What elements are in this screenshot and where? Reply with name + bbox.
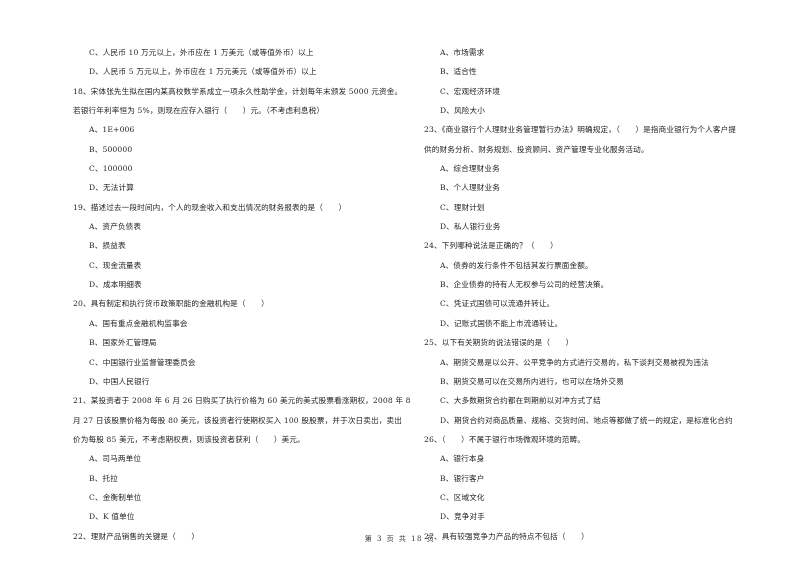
question-text: 供的财务分析、财务规划、投资顾问、资产管理专业化服务活动。 bbox=[424, 144, 649, 154]
answer-option: C、理财计划 bbox=[440, 202, 485, 212]
answer-option: D、成本明细表 bbox=[89, 280, 142, 290]
answer-option: D、期货合约对商品质量、规格、交货时间、地点等都做了统一的规定，是标准化合约 bbox=[440, 415, 733, 425]
answer-option: C、金衡制单位 bbox=[89, 492, 142, 502]
answer-option: A、1E+006 bbox=[89, 125, 135, 135]
answer-option: A、综合理财业务 bbox=[440, 164, 500, 174]
answer-option: B、损益表 bbox=[89, 241, 126, 251]
answer-option: A、债券的发行条件不包括其发行票面金额。 bbox=[440, 260, 593, 270]
answer-option: B、个人理财业务 bbox=[440, 183, 500, 193]
question-text: 19、描述过去一段时间内，个人的现金收入和支出情况的财务报表的是（ ） bbox=[73, 202, 347, 212]
answer-option: C、人民币 10 万元以上，外币应在 1 万美元（或等值外币）以上 bbox=[89, 48, 314, 57]
answer-option: C、大多数期货合约都在到期前以对冲方式了结 bbox=[440, 396, 601, 406]
answer-option: A、银行本身 bbox=[440, 454, 485, 464]
answer-option: D、记账式国债不能上市流通转让。 bbox=[440, 318, 563, 328]
answer-option: A、司马两单位 bbox=[89, 454, 142, 464]
answer-option: B、500000 bbox=[89, 144, 133, 154]
answer-option: D、竞争对手 bbox=[440, 512, 485, 522]
answer-option: B、企业债券的持有人无权参与公司的经营决策。 bbox=[440, 280, 609, 290]
answer-option: A、国有重点金融机构监事会 bbox=[89, 318, 188, 328]
answer-option: A、期货交易是以公开、公平竞争的方式进行交易的，私下谈判交易被视为违法 bbox=[440, 357, 709, 367]
answer-option: A、资产负债表 bbox=[89, 222, 142, 232]
answer-option: B、托拉 bbox=[89, 473, 118, 483]
answer-option: C、现金流量表 bbox=[89, 260, 142, 270]
question-text: 月 27 日该股票价格为每股 80 美元，该投资者行使期权买入 100 股股票，… bbox=[73, 415, 403, 425]
answer-option: D、风险大小 bbox=[440, 106, 485, 116]
answer-option: C、区域文化 bbox=[440, 492, 485, 502]
left-column: C、人民币 10 万元以上，外币应在 1 万美元（或等值外币）以上 D、人民币 5… bbox=[73, 43, 411, 546]
right-column: A、市场需求 B、适合性 C、宏观经济环境 D、风险大小 23、《商业银行个人理财业务管… bbox=[424, 43, 764, 546]
answer-option: A、市场需求 bbox=[440, 48, 485, 57]
answer-option: B、期货交易可以在交易所内进行，也可以在场外交易 bbox=[440, 376, 624, 386]
answer-option: D、中国人民银行 bbox=[89, 376, 150, 386]
question-text: 21、某投资者于 2008 年 6 月 26 日购买了执行价格为 60 美元的美… bbox=[73, 396, 411, 406]
question-text: 23、《商业银行个人理财业务管理暂行办法》明确规定，（ ）是指商业银行为个人客户… bbox=[424, 125, 737, 135]
question-text: 25、以下有关期货的说法错误的是（ ） bbox=[424, 338, 574, 348]
answer-option: D、人民币 5 万元以上，外币应在 1 万元美元（或等值外币）以上 bbox=[89, 67, 317, 77]
answer-option: D、私人银行业务 bbox=[440, 222, 501, 232]
question-text: 18、宋体张先生拟在国内某高校数学系成立一项永久性助学金，计划每年末颁发 500… bbox=[73, 86, 403, 96]
answer-option: D、无法计算 bbox=[89, 183, 134, 193]
answer-option: B、银行客户 bbox=[440, 473, 485, 483]
answer-option: C、中国银行业监督管理委员会 bbox=[89, 357, 196, 367]
question-text: 26、（ ）不属于银行市场微观环境的范畴。 bbox=[424, 434, 586, 444]
answer-option: C、宏观经济环境 bbox=[440, 86, 501, 96]
page-number-footer: 第 3 页 共 18 页 bbox=[364, 535, 436, 543]
answer-option: C、凭证式国债可以流通并转让。 bbox=[440, 299, 555, 309]
question-text: 价为每股 85 美元，不考虑期权费，则该投资者获利（ ）美元。 bbox=[73, 434, 305, 444]
answer-option: B、适合性 bbox=[440, 67, 477, 77]
answer-option: B、国家外汇管理局 bbox=[89, 338, 157, 348]
answer-option: D、K 值单位 bbox=[89, 512, 135, 522]
question-text: 若银行年利率恒为 5%，则现在应存入银行（ ）元。（不考虑利息税） bbox=[73, 106, 325, 116]
answer-option: C、100000 bbox=[89, 164, 133, 174]
question-text: 24、下列哪种说法是正确的？（ ） bbox=[424, 241, 558, 251]
question-text: 20、具有制定和执行货币政策职能的金融机构是（ ） bbox=[73, 299, 269, 309]
